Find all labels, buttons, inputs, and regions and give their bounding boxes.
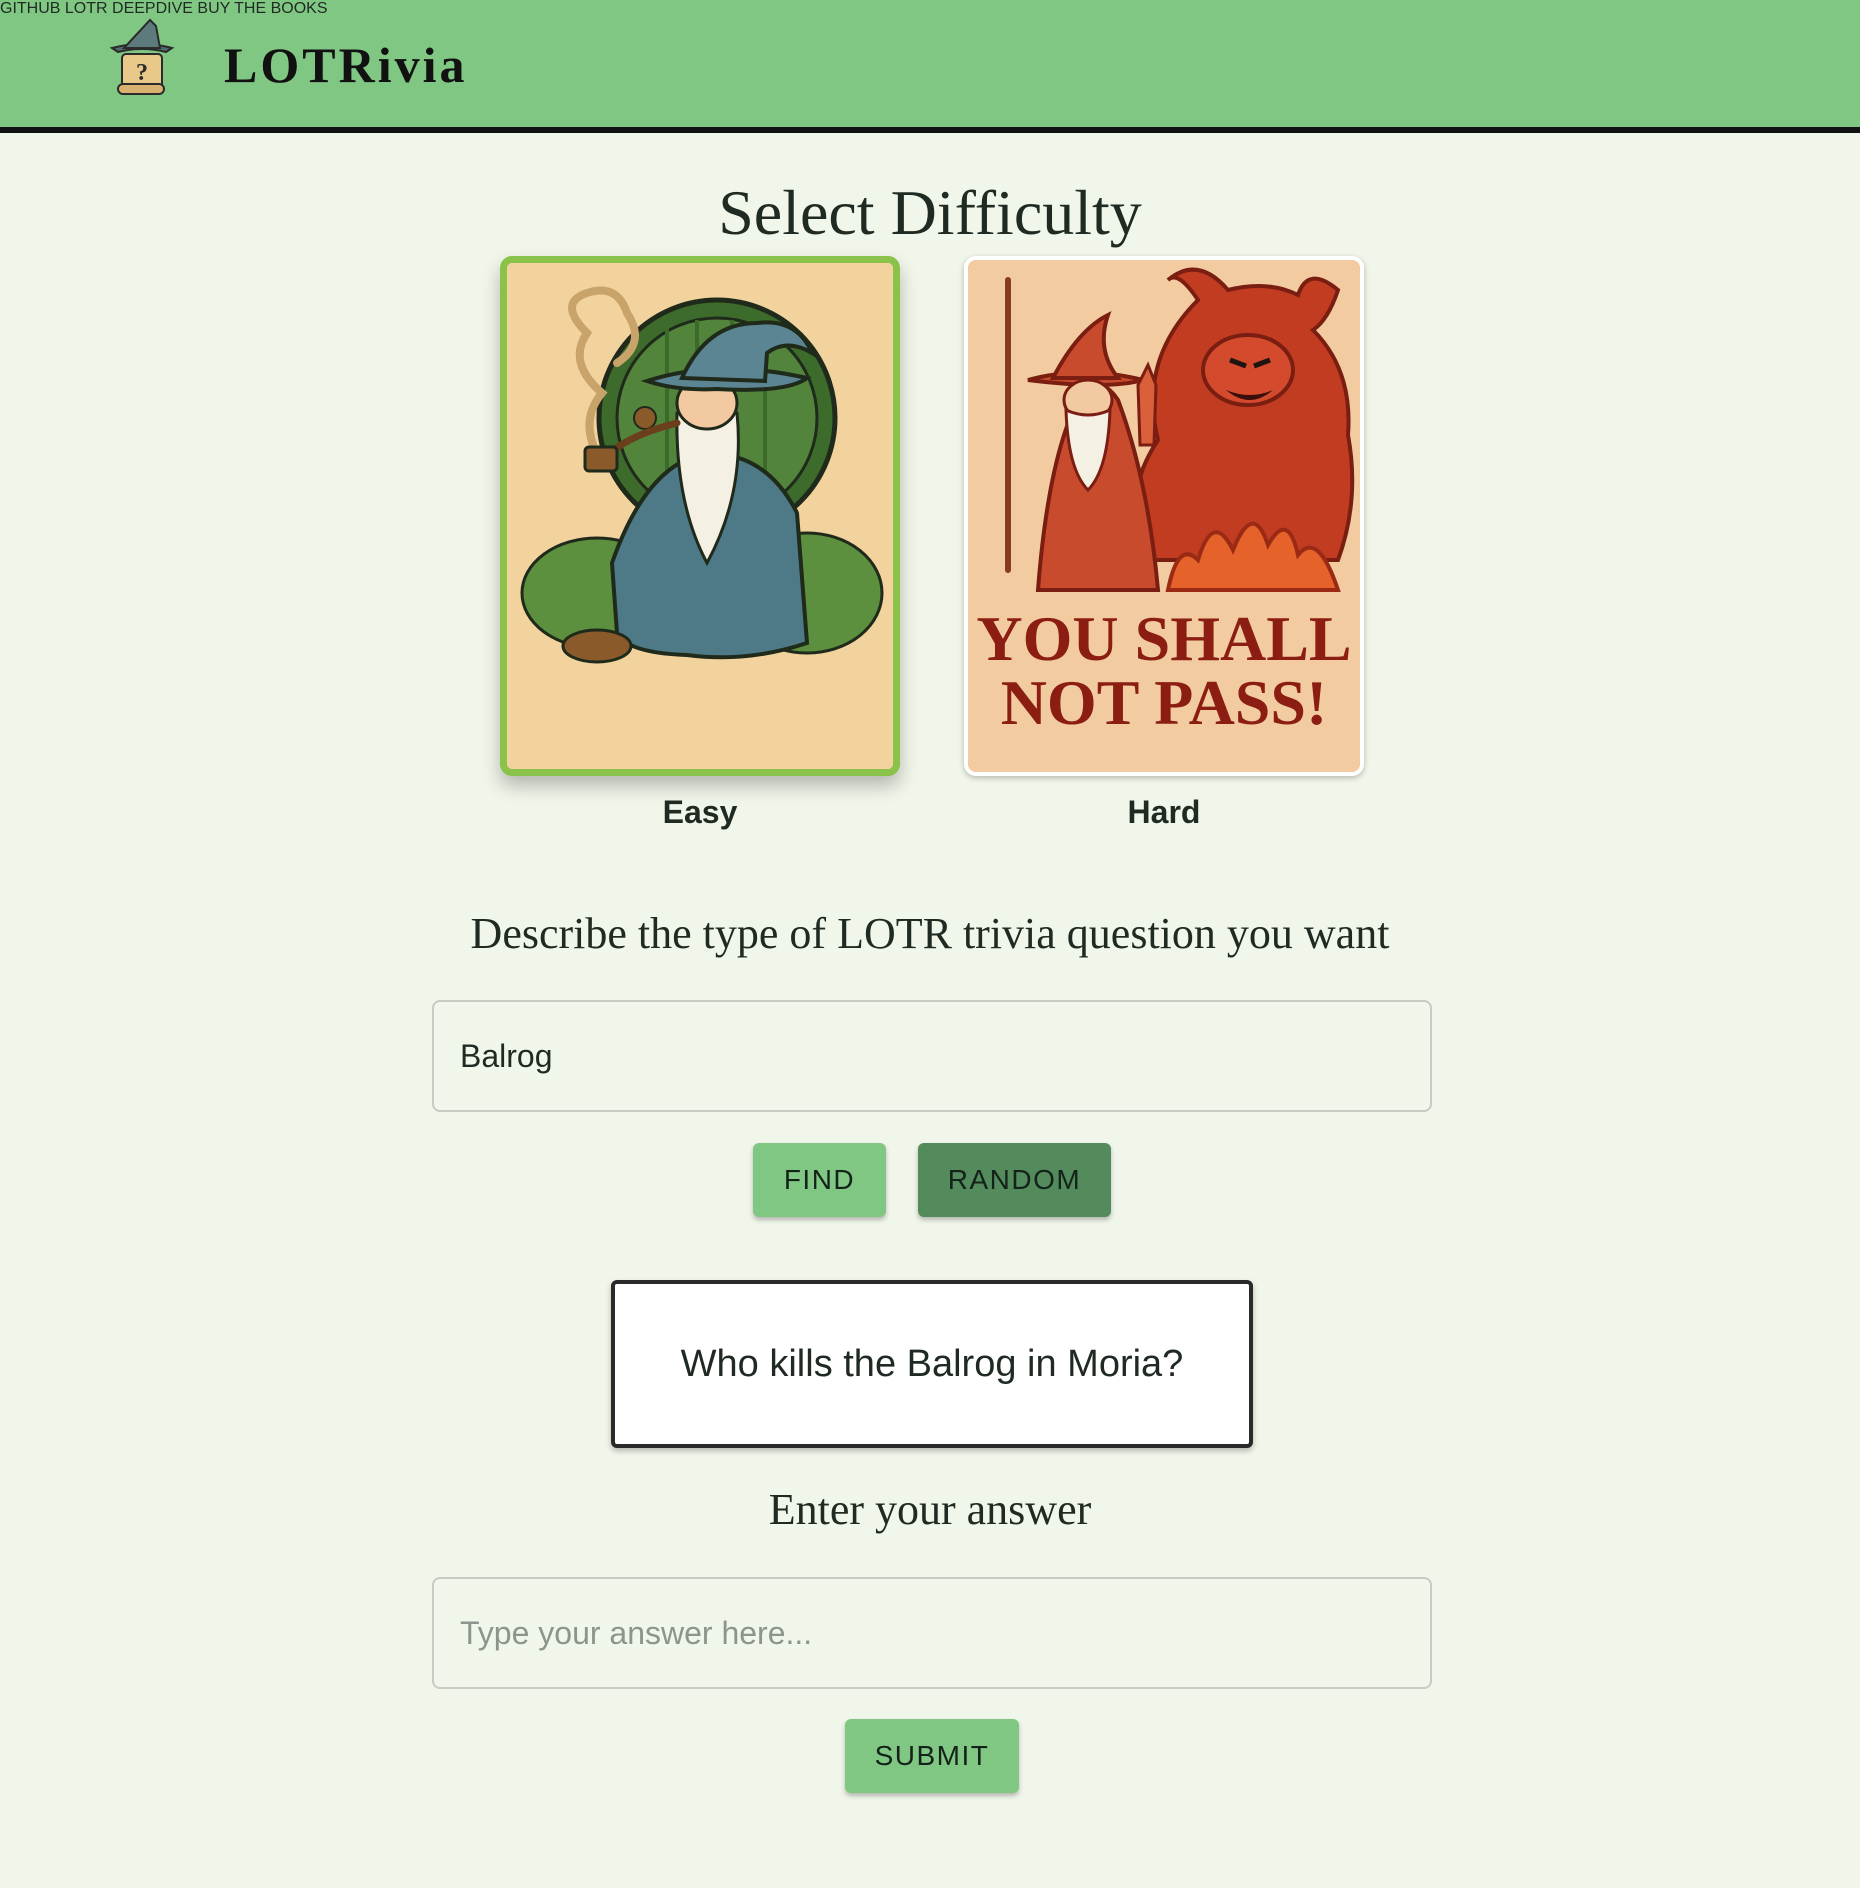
difficulty-card-easy[interactable] (500, 256, 900, 776)
select-difficulty-heading: Select Difficulty (718, 177, 1142, 248)
nav-link-buy-the-books[interactable]: BUY THE BOOKS (197, 0, 327, 17)
top-navigation-bar: ? LOTRivia GITHUB LOTR DEEPDIVE BUY THE … (0, 0, 1860, 133)
svg-text:?: ? (136, 60, 148, 86)
find-button[interactable]: FIND (753, 1143, 886, 1217)
you-shall-not-pass-illustration: YOU SHALL NOT PASS! (968, 260, 1360, 772)
answer-input[interactable] (432, 1577, 1432, 1689)
gandalf-smoking-illustration (507, 263, 893, 769)
nav-link-github[interactable]: GITHUB (0, 0, 60, 17)
hard-card-art-text-line2: NOT PASS! (1001, 667, 1328, 738)
hard-card-art-text-line1: YOU SHALL (976, 603, 1351, 674)
question-box: Who kills the Balrog in Moria? (611, 1280, 1253, 1448)
submit-button[interactable]: SUBMIT (845, 1719, 1019, 1793)
difficulty-card-hard[interactable]: YOU SHALL NOT PASS! (964, 256, 1364, 776)
main-nav: GITHUB LOTR DEEPDIVE BUY THE BOOKS (0, 0, 1860, 18)
describe-heading: Describe the type of LOTR trivia questio… (470, 909, 1390, 958)
wizard-scroll-logo-icon[interactable]: ? (106, 18, 178, 100)
answer-heading: Enter your answer (768, 1485, 1092, 1534)
brand-title[interactable]: LOTRivia (224, 36, 467, 94)
random-button[interactable]: RANDOM (918, 1143, 1111, 1217)
difficulty-label-easy[interactable]: Easy (500, 794, 900, 831)
nav-link-lotr-deepdive[interactable]: LOTR DEEPDIVE (65, 0, 193, 17)
question-text: Who kills the Balrog in Moria? (680, 1342, 1184, 1385)
topic-search-input[interactable] (432, 1000, 1432, 1112)
difficulty-label-hard[interactable]: Hard (964, 794, 1364, 831)
